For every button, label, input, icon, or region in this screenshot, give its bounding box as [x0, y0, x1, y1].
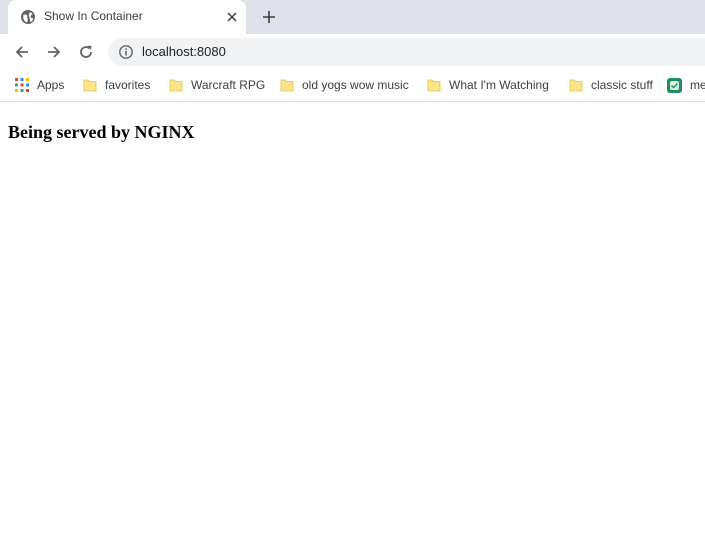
globe-icon [21, 10, 35, 24]
folder-icon [280, 79, 294, 92]
page-heading: Being served by NGINX [8, 122, 195, 142]
info-icon[interactable] [118, 44, 134, 60]
bookmark-label: favorites [105, 78, 151, 92]
plus-icon[interactable] [259, 7, 279, 27]
bookmark-label: Warcraft RPG [191, 78, 266, 92]
bookmark-apps[interactable]: Apps [15, 76, 64, 94]
folder-icon [169, 79, 183, 92]
tab-strip: Show In Container [0, 0, 705, 34]
bookmark-classic-stuff[interactable]: classic stuff [569, 76, 653, 94]
close-icon[interactable] [224, 9, 240, 25]
bookmark-label: Apps [37, 78, 65, 92]
folder-icon [83, 79, 97, 92]
bookmark-me[interactable]: me [667, 76, 705, 94]
forward-arrow-icon[interactable] [44, 42, 64, 62]
apps-grid-icon [15, 78, 29, 92]
bookmark-label: old yogs wow music [302, 78, 409, 92]
site-favicon-icon [667, 77, 682, 93]
back-arrow-icon[interactable] [12, 42, 32, 62]
folder-icon [427, 79, 441, 92]
bookmarks-bar: Apps favorites Warcraft RPG old yogs wow… [0, 70, 705, 102]
reload-icon[interactable] [76, 42, 96, 62]
folder-icon [569, 79, 583, 92]
bookmark-label: classic stuff [591, 78, 653, 92]
bookmark-label: What I'm Watching [449, 78, 549, 92]
page-content: Being served by NGINX [0, 102, 705, 555]
active-tab[interactable]: Show In Container [8, 0, 246, 34]
bookmark-warcraft-rpg[interactable]: Warcraft RPG [169, 76, 265, 94]
url-text[interactable]: localhost:8080 [142, 44, 226, 59]
bookmark-old-yogs-wow-music[interactable]: old yogs wow music [280, 76, 409, 94]
bookmark-what-im-watching[interactable]: What I'm Watching [427, 76, 549, 94]
browser-toolbar: localhost:8080 [0, 34, 705, 70]
bookmark-label: me [690, 78, 705, 92]
bookmark-favorites[interactable]: favorites [83, 76, 150, 94]
address-bar[interactable]: localhost:8080 [108, 38, 705, 66]
tab-title: Show In Container [44, 9, 143, 23]
